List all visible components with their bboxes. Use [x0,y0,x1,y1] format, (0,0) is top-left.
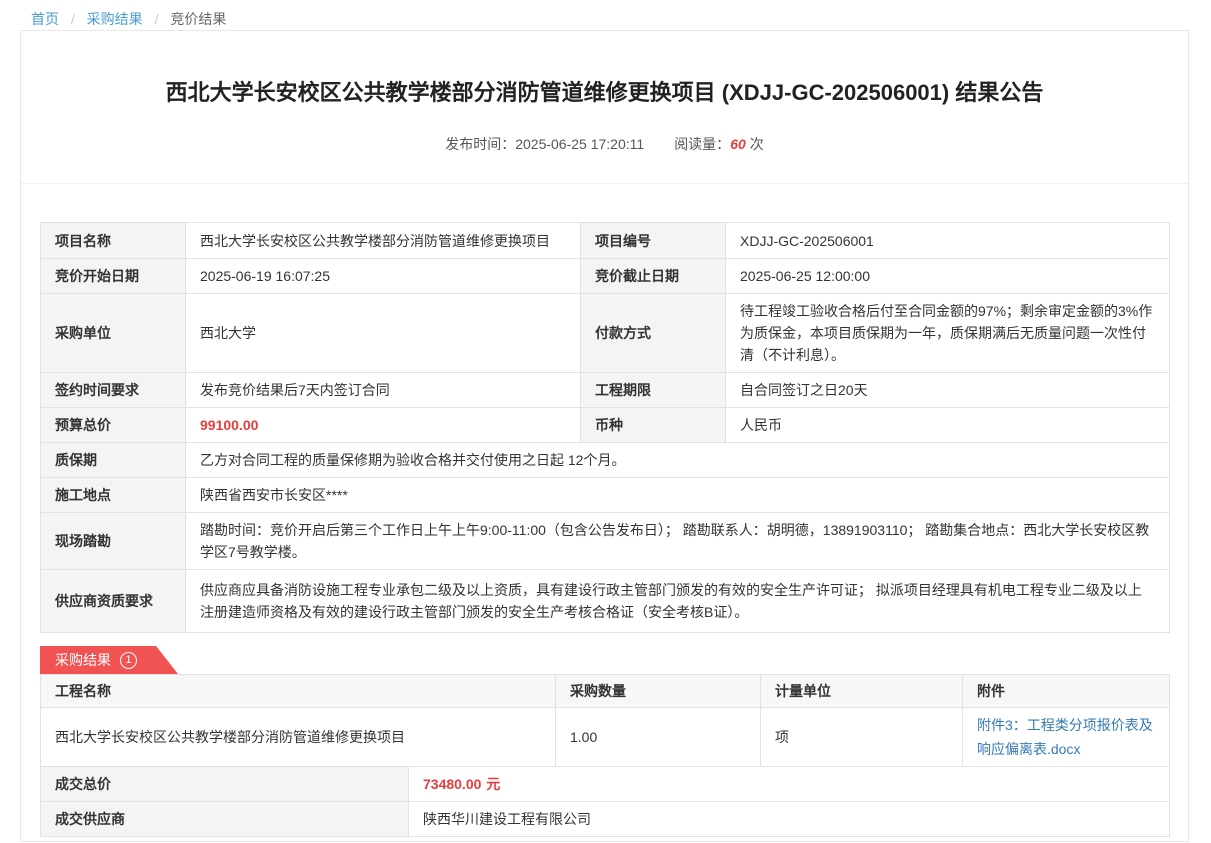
site-survey-label: 现场踏勘 [41,513,186,569]
breadcrumb-procurement-results[interactable]: 采购结果 [87,11,143,27]
result-unit: 项 [761,708,963,766]
table-row: 供应商资质要求 供应商应具备消防设施工程专业承包二级及以上资质，具有建设行政主管… [41,569,1169,632]
views-unit: 次 [750,136,764,152]
breadcrumb-separator: / [155,11,159,27]
warranty-value: 乙方对合同工程的质量保修期为验收合格并交付使用之日起 12个月。 [186,443,1169,477]
bid-start-label: 竞价开始日期 [41,259,186,293]
breadcrumb-bidding-results: 竞价结果 [170,11,226,27]
project-name-value: 西北大学长安校区公共教学楼部分消防管道维修更换项目 [186,223,581,258]
purchaser-label: 采购单位 [41,294,186,372]
header-unit: 计量单位 [761,675,963,707]
project-info-table: 项目名称 西北大学长安校区公共教学楼部分消防管道维修更换项目 项目编号 XDJJ… [40,222,1170,633]
publish-time-label: 发布时间： [445,136,515,152]
attachment-link[interactable]: 附件3：工程类分项报价表及响应偏离表.docx [977,713,1155,761]
header-quantity: 采购数量 [556,675,761,707]
announcement-card: 西北大学长安校区公共教学楼部分消防管道维修更换项目 (XDJJ-GC-20250… [20,30,1189,842]
total-price-label: 成交总价 [41,767,409,801]
bid-start-value: 2025-06-19 16:07:25 [186,259,581,293]
breadcrumb: 首页 / 采购结果 / 竞价结果 [0,0,1211,30]
payment-label: 付款方式 [581,294,726,372]
views-count: 60 [730,136,746,152]
header-attachment: 附件 [963,675,1169,707]
site-survey-value: 踏勘时间：竞价开启后第三个工作日上午上午9:00-11:00（包含公告发布日）；… [186,513,1169,569]
budget-value: 99100.00 [186,408,581,442]
qualification-value: 供应商应具备消防设施工程专业承包二级及以上资质，具有建设行政主管部门颁发的有效的… [186,570,1169,632]
total-price-unit: 元 [486,773,500,795]
breadcrumb-home[interactable]: 首页 [31,11,59,27]
total-price-value: 73480.00 元 [409,767,1169,801]
badge-number-circle: 1 [120,652,137,669]
table-row: 项目名称 西北大学长安校区公共教学楼部分消防管道维修更换项目 项目编号 XDJJ… [41,223,1169,258]
currency-value: 人民币 [726,408,1169,442]
bid-end-label: 竞价截止日期 [581,259,726,293]
qualification-label: 供应商资质要求 [41,570,186,632]
table-row: 施工地点 陕西省西安市长安区**** [41,477,1169,512]
breadcrumb-separator: / [71,11,75,27]
views-label: 阅读量： [674,136,730,152]
project-name-label: 项目名称 [41,223,186,258]
budget-label: 预算总价 [41,408,186,442]
supplier-value: 陕西华川建设工程有限公司 [409,802,1169,836]
procurement-result-badge-label: 采购结果 [55,650,111,670]
table-row: 签约时间要求 发布竞价结果后7天内签订合同 工程期限 自合同签订之日20天 [41,372,1169,407]
procurement-result-table: 工程名称 采购数量 计量单位 附件 西北大学长安校区公共教学楼部分消防管道维修更… [40,674,1170,837]
result-table-header-row: 工程名称 采购数量 计量单位 附件 [41,675,1169,707]
result-table-data-row: 西北大学长安校区公共教学楼部分消防管道维修更换项目 1.00 项 附件3：工程类… [41,707,1169,766]
result-attachment-cell: 附件3：工程类分项报价表及响应偏离表.docx [963,708,1169,766]
table-row: 采购单位 西北大学 付款方式 待工程竣工验收合格后付至合同金额的97%；剩余审定… [41,293,1169,372]
procurement-result-badge: 采购结果 1 [40,646,178,674]
project-no-value: XDJJ-GC-202506001 [726,223,1169,258]
page-title: 西北大学长安校区公共教学楼部分消防管道维修更换项目 (XDJJ-GC-20250… [61,78,1148,108]
duration-value: 自合同签订之日20天 [726,373,1169,407]
table-row: 竞价开始日期 2025-06-19 16:07:25 竞价截止日期 2025-0… [41,258,1169,293]
total-price-number: 73480.00 [423,773,481,795]
supplier-label: 成交供应商 [41,802,409,836]
table-row: 现场踏勘 踏勘时间：竞价开启后第三个工作日上午上午9:00-11:00（包含公告… [41,512,1169,569]
purchaser-value: 西北大学 [186,294,581,372]
result-total-row: 成交总价 73480.00 元 [41,766,1169,801]
sign-time-value: 发布竞价结果后7天内签订合同 [186,373,581,407]
currency-label: 币种 [581,408,726,442]
payment-value: 待工程竣工验收合格后付至合同金额的97%；剩余审定金额的3%作为质保金，本项目质… [726,294,1169,372]
warranty-label: 质保期 [41,443,186,477]
duration-label: 工程期限 [581,373,726,407]
announcement-header: 西北大学长安校区公共教学楼部分消防管道维修更换项目 (XDJJ-GC-20250… [21,31,1188,184]
result-supplier-row: 成交供应商 陕西华川建设工程有限公司 [41,801,1169,836]
table-row: 预算总价 99100.00 币种 人民币 [41,407,1169,442]
result-quantity: 1.00 [556,708,761,766]
location-label: 施工地点 [41,478,186,512]
table-row: 质保期 乙方对合同工程的质量保修期为验收合格并交付使用之日起 12个月。 [41,442,1169,477]
bid-end-value: 2025-06-25 12:00:00 [726,259,1169,293]
project-no-label: 项目编号 [581,223,726,258]
publish-meta: 发布时间：2025-06-25 17:20:11 阅读量：60次 [61,134,1148,154]
location-value: 陕西省西安市长安区**** [186,478,1169,512]
sign-time-label: 签约时间要求 [41,373,186,407]
result-project-name: 西北大学长安校区公共教学楼部分消防管道维修更换项目 [41,708,556,766]
header-project-name: 工程名称 [41,675,556,707]
publish-time-value: 2025-06-25 17:20:11 [515,136,644,152]
